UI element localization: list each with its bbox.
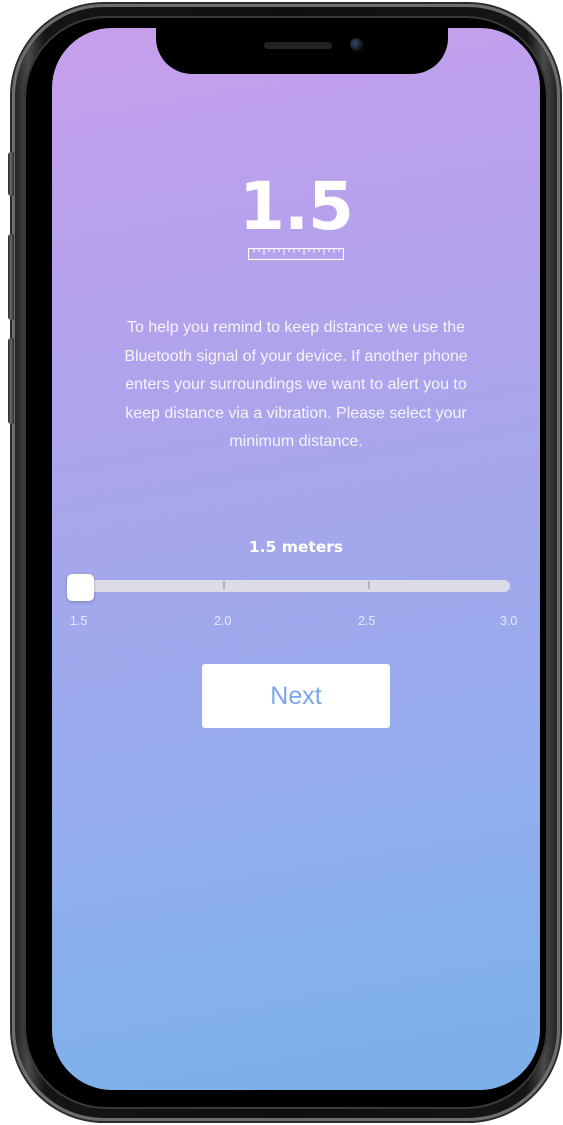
scale-label-3-0: 3.0 (500, 614, 518, 628)
distance-slider-track[interactable] (68, 580, 510, 592)
notch (156, 28, 448, 74)
distance-slider-thumb[interactable] (67, 574, 94, 601)
silent-switch (8, 152, 14, 196)
volume-up-button (8, 234, 14, 320)
ruler-icon (248, 248, 344, 260)
description-text: To help you remind to keep distance we u… (124, 319, 468, 450)
scale-label-1-5: 1.5 (70, 614, 88, 628)
app-screen: 1.5 To help you remind to keep distance … (52, 28, 540, 1090)
scale-label-2-5: 2.5 (358, 614, 376, 628)
scale-label-2-0: 2.0 (214, 614, 232, 628)
slider-tick-2-5 (368, 581, 370, 589)
front-camera-icon (350, 38, 363, 51)
next-button[interactable]: Next (202, 664, 390, 728)
slider-tick-2-0 (223, 581, 225, 589)
slider-value-label: 1.5 meters (248, 538, 344, 556)
speaker-grille (264, 42, 332, 49)
distance-value-title: 1.5 (239, 168, 354, 245)
volume-down-button (8, 338, 14, 424)
